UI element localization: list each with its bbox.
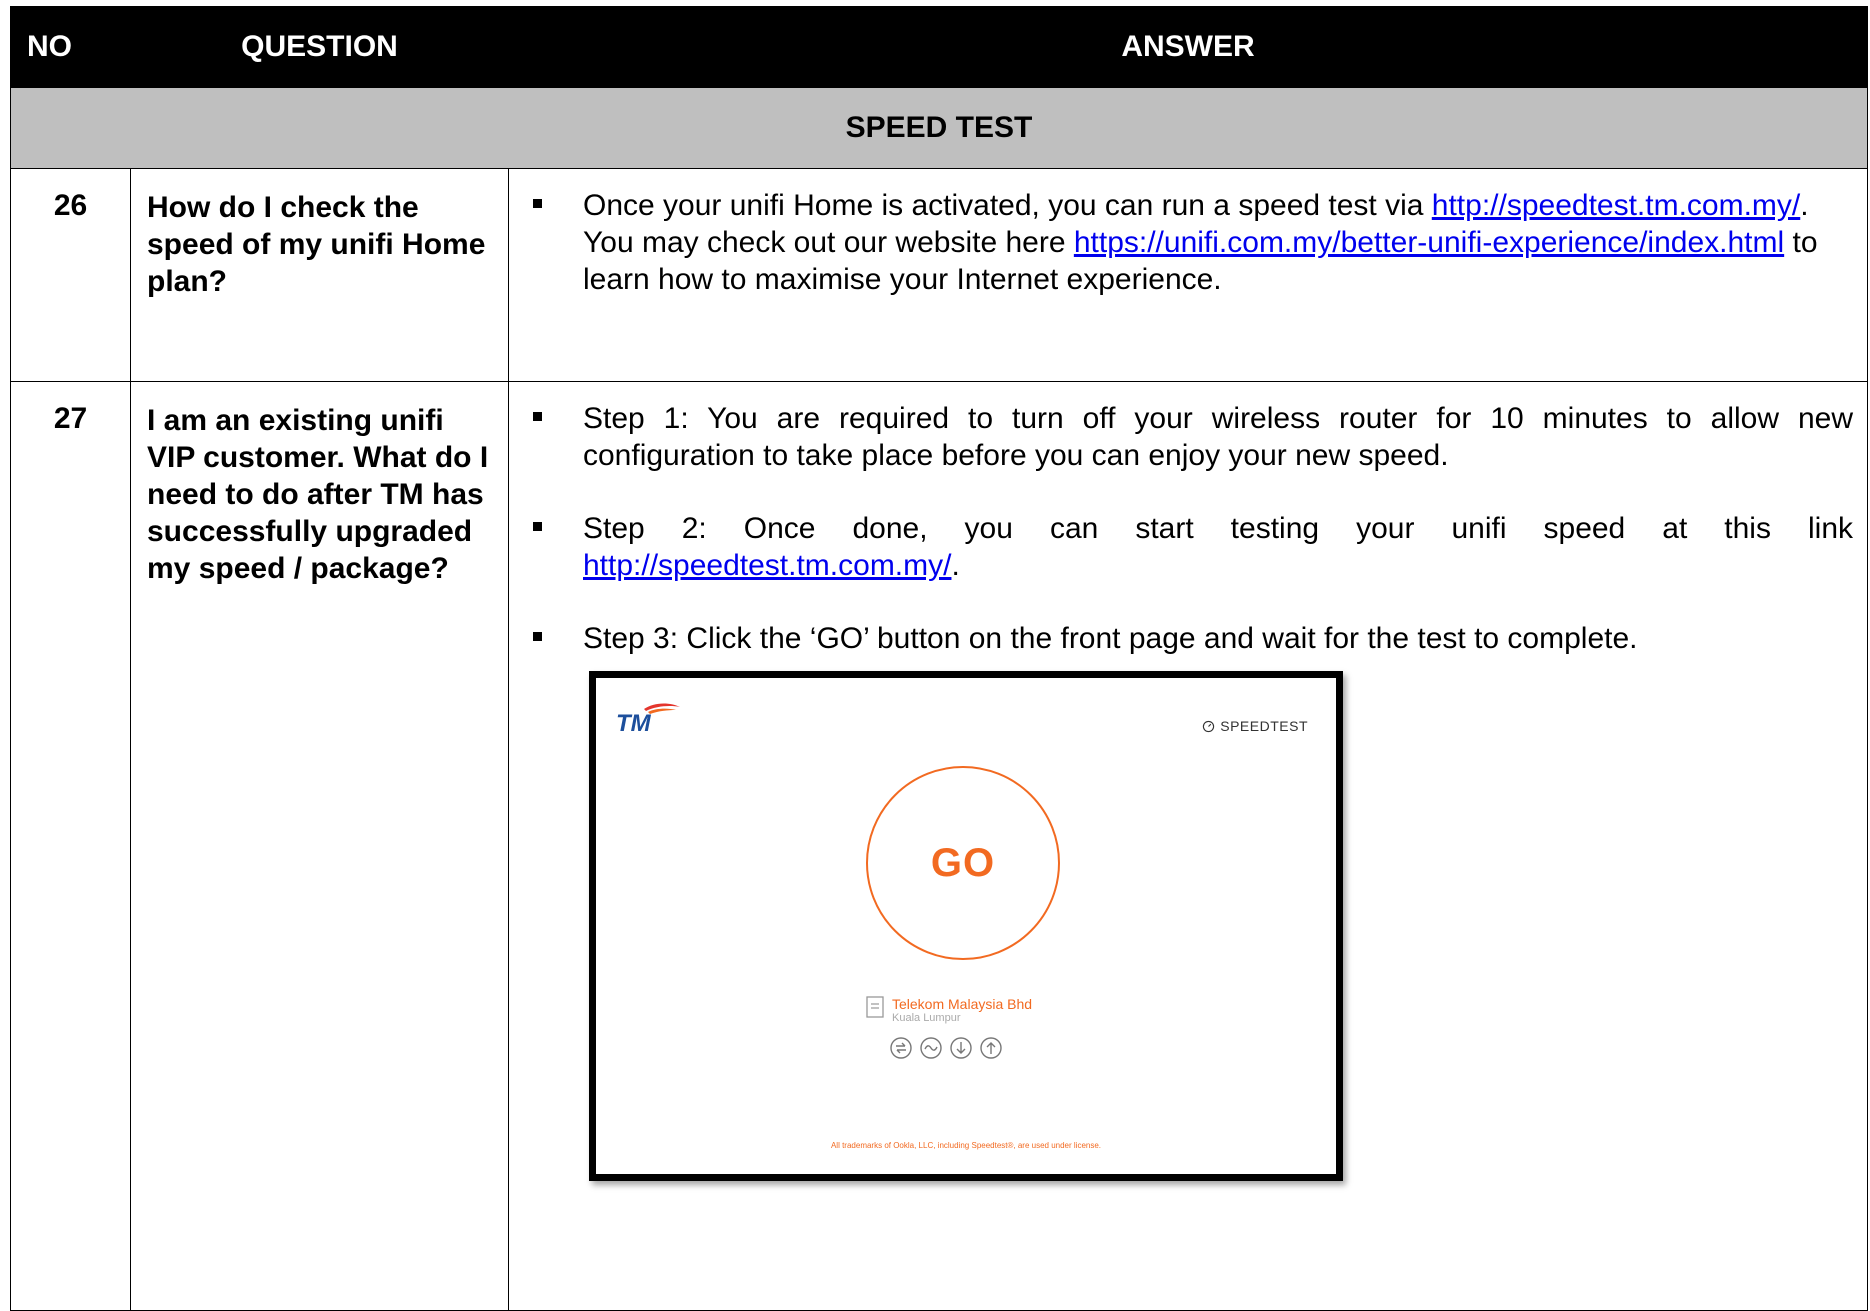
row-number: 26 [10,168,131,382]
step-2-bullet: Step 2: Once done, you can start testing… [527,510,1853,584]
answer-bullet: Once your unifi Home is activated, you c… [527,187,1853,298]
step-text: Step 1: You are required to turn off you… [583,402,1853,472]
tm-logo: TM [614,700,684,743]
tm-logo-text: TM [616,710,652,734]
server-location: Kuala Lumpur [892,1012,961,1024]
step-text: Step 3: Click the ‘GO’ button on the fro… [583,622,1638,655]
row-answer: Step 1: You are required to turn off you… [508,381,1868,1311]
speedtest-link[interactable]: http://speedtest.tm.com.my/ [583,549,951,582]
row-question: How do I check the speed of my unifi Hom… [130,168,509,382]
metric-icons [889,1036,1003,1060]
server-icon [866,996,884,1018]
row-answer: Once your unifi Home is activated, you c… [508,168,1868,382]
section-row: SPEED TEST [10,87,1868,169]
step-text: Step 2: Once done, you can start testing… [583,512,1853,545]
server-name: Telekom Malaysia Bhd [892,996,1033,1012]
header-answer: ANSWER [508,6,1868,88]
go-label: GO [930,840,996,885]
table-header-row: NO QUESTION ANSWER [10,6,1868,88]
ping-icon [890,1037,912,1059]
row-number: 27 [10,381,131,1311]
speedtest-brand: SPEEDTEST [1202,708,1308,745]
unifi-experience-link[interactable]: https://unifi.com.my/better-unifi-experi… [1074,226,1784,259]
step-text: . [951,549,960,582]
section-title: SPEED TEST [10,87,1868,169]
go-button[interactable]: GO [866,766,1060,960]
faq-table: NO QUESTION ANSWER SPEED TEST 26 How do … [10,6,1868,1311]
server-info: Telekom Malaysia Bhd Kuala Lumpur [866,996,1032,1024]
answer-text: Once your unifi Home is activated, you c… [583,189,1432,222]
speedtest-brand-label: SPEEDTEST [1220,718,1308,734]
table-row: 26 How do I check the speed of my unifi … [10,168,1868,382]
header-question: QUESTION [130,6,509,88]
row-question: I am an existing unifi VIP customer. Wha… [130,381,509,1311]
upload-icon [980,1037,1002,1059]
table-row: 27 I am an existing unifi VIP customer. … [10,381,1868,1311]
step-1-bullet: Step 1: You are required to turn off you… [527,400,1853,474]
speedtest-link[interactable]: http://speedtest.tm.com.my/ [1432,189,1800,222]
trademark-footnote: All trademarks of Ookla, LLC, including … [830,1141,1102,1150]
faq-page: NO QUESTION ANSWER SPEED TEST 26 How do … [0,0,1870,1311]
step-3-bullet: Step 3: Click the ‘GO’ button on the fro… [527,620,1853,657]
speedtest-screenshot: TM SPEEDTEST GO Telekom Malaysia Bhd Kua… [589,671,1343,1181]
jitter-icon [920,1037,942,1059]
download-icon [950,1037,972,1059]
header-no: NO [10,6,131,88]
gauge-icon [1203,720,1215,733]
